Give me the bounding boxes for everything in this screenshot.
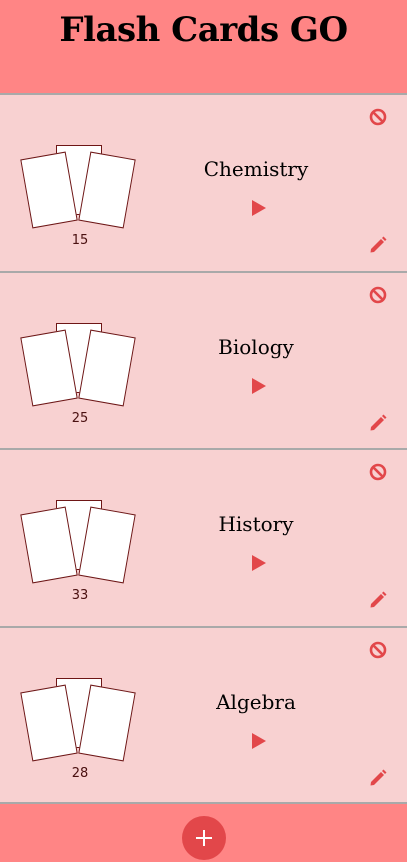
deck-item: 25 Biology — [0, 270, 407, 448]
deck-item: 33 History — [0, 448, 407, 626]
deck-name: History — [218, 512, 294, 536]
deck-card-count: 33 — [71, 588, 89, 603]
footer-bar — [0, 802, 407, 862]
deck-list: 15 Chemistry 25 Biology 33 History 28 Al… — [0, 93, 407, 803]
play-icon[interactable] — [250, 732, 268, 750]
deck-name: Algebra — [216, 689, 296, 714]
no-entry-icon[interactable] — [368, 462, 388, 482]
pencil-icon[interactable] — [368, 768, 388, 788]
cards-stack-icon — [20, 677, 140, 768]
deck-name: Chemistry — [203, 157, 309, 181]
app-title: Flash Cards GO — [59, 10, 348, 50]
no-entry-icon[interactable] — [368, 640, 388, 660]
cards-stack-icon — [20, 500, 140, 590]
app-header: Flash Cards GO — [0, 0, 407, 93]
pencil-icon[interactable] — [368, 235, 388, 255]
pencil-icon[interactable] — [368, 590, 388, 610]
add-deck-button[interactable] — [182, 816, 226, 860]
no-entry-icon[interactable] — [368, 107, 388, 127]
play-icon[interactable] — [250, 554, 268, 572]
no-entry-icon[interactable] — [368, 285, 388, 305]
play-icon[interactable] — [250, 377, 268, 395]
deck-card-count: 15 — [71, 233, 89, 248]
deck-name: Biology — [218, 334, 294, 359]
deck-card-count: 28 — [71, 765, 89, 781]
cards-stack-icon — [20, 145, 140, 235]
deck-item: 28 Algebra — [0, 625, 407, 803]
deck-item: 15 Chemistry — [0, 93, 407, 271]
play-icon[interactable] — [250, 199, 268, 217]
deck-card-count: 25 — [71, 410, 89, 426]
cards-stack-icon — [20, 322, 140, 413]
plus-icon — [196, 830, 212, 846]
pencil-icon[interactable] — [368, 413, 388, 433]
